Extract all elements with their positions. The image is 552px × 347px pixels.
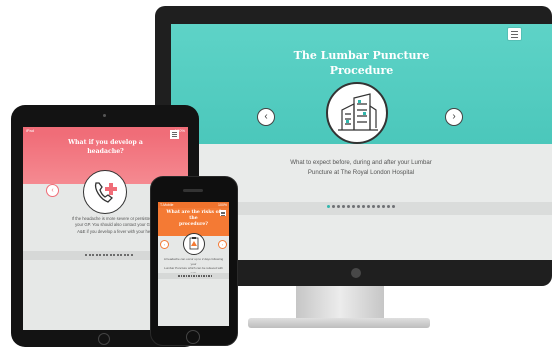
- pagination-dot[interactable]: [113, 254, 115, 256]
- pagination-dot[interactable]: [88, 254, 91, 256]
- chevron-left-icon: ‹: [163, 242, 166, 247]
- clipboard-warning-icon: [183, 233, 205, 255]
- pagination-dot[interactable]: [367, 205, 370, 208]
- pagination-dot[interactable]: [372, 205, 375, 208]
- pagination-dot[interactable]: [188, 275, 190, 277]
- pagination-dot[interactable]: [347, 205, 350, 208]
- chevron-left-icon: ‹: [51, 187, 54, 194]
- pagination-dot[interactable]: [109, 254, 112, 256]
- pagination-dot[interactable]: [332, 205, 335, 208]
- tablet-title-line: What if you develop a: [68, 139, 143, 146]
- desktop-body-line: Puncture at The Royal London Hospital: [307, 169, 415, 176]
- chevron-left-icon: ‹: [264, 111, 268, 122]
- phone-prev-button[interactable]: ‹: [160, 240, 169, 249]
- pagination-dot[interactable]: [190, 275, 192, 277]
- home-button[interactable]: [98, 333, 110, 345]
- pagination-dot[interactable]: [102, 254, 105, 256]
- hamburger-icon: [511, 34, 518, 35]
- pagination-dot[interactable]: [392, 205, 395, 208]
- desktop-pagination: [327, 205, 395, 208]
- desktop-page-title: The Lumbar Puncture Procedure: [171, 48, 552, 78]
- phone-medical-icon: [83, 170, 127, 214]
- pagination-dot[interactable]: [127, 254, 129, 256]
- hamburger-icon: [511, 31, 518, 32]
- tablet-prev-button[interactable]: ‹: [46, 184, 59, 197]
- pagination-dot[interactable]: [198, 275, 200, 277]
- tablet-title-line: headache?: [87, 148, 124, 155]
- chevron-right-icon: ›: [221, 242, 224, 247]
- tablet-status-bar: iPad 100%: [23, 127, 188, 134]
- desktop-body-line: What to expect before, during and after …: [290, 159, 432, 166]
- pagination-dot[interactable]: [193, 275, 195, 277]
- pagination-dot[interactable]: [352, 205, 355, 208]
- pagination-dot[interactable]: [337, 205, 340, 208]
- pagination-dot[interactable]: [116, 254, 119, 256]
- home-button[interactable]: [186, 330, 200, 344]
- pagination-dot[interactable]: [200, 275, 202, 277]
- monitor-base: [248, 318, 430, 328]
- desktop-prev-button[interactable]: ‹: [257, 108, 275, 126]
- hamburger-icon: [172, 136, 177, 137]
- pagination-dot[interactable]: [183, 275, 185, 277]
- hamburger-icon: [511, 37, 518, 38]
- desktop-title-line: Procedure: [329, 64, 394, 77]
- pagination-dot[interactable]: [180, 275, 182, 277]
- pagination-dot[interactable]: [195, 275, 197, 277]
- hamburger-icon: [172, 132, 177, 133]
- phone-title-line: procedure?: [178, 222, 208, 228]
- phone-page-title: What are the risks of the procedure?: [164, 210, 223, 229]
- pagination-dot[interactable]: [357, 205, 360, 208]
- pagination-dot[interactable]: [185, 275, 187, 277]
- pagination-dot[interactable]: [106, 254, 108, 256]
- tablet-menu-button[interactable]: [170, 130, 179, 139]
- desktop-next-button[interactable]: ›: [445, 108, 463, 126]
- pagination-dot[interactable]: [95, 254, 98, 256]
- pagination-dot[interactable]: [205, 275, 207, 277]
- pagination-dot[interactable]: [120, 254, 122, 256]
- hamburger-icon: [172, 134, 177, 135]
- desktop-intro-text: What to expect before, during and after …: [271, 158, 451, 178]
- pagination-dot[interactable]: [210, 275, 212, 277]
- pagination-dot[interactable]: [130, 254, 133, 256]
- pagination-dot[interactable]: [208, 275, 210, 277]
- tablet-status-carrier: iPad: [26, 128, 35, 133]
- pagination-dot[interactable]: [92, 254, 94, 256]
- pagination-dot[interactable]: [85, 254, 87, 256]
- pagination-dot[interactable]: [362, 205, 365, 208]
- camera-icon: [103, 114, 106, 117]
- tablet-pagination: [85, 254, 133, 256]
- pagination-dot[interactable]: [99, 254, 101, 256]
- phone-body-line: A headache can occur up to 2 days follow…: [163, 257, 224, 266]
- pagination-dot[interactable]: [178, 275, 180, 277]
- phone-next-button[interactable]: ›: [218, 240, 227, 249]
- tablet-page-title: What if you develop a headache?: [53, 138, 158, 156]
- phone-status-carrier: T-Mobile: [160, 203, 174, 207]
- chevron-right-icon: ›: [452, 111, 456, 122]
- desktop-title-line: The Lumbar Puncture: [293, 49, 430, 62]
- pagination-dot[interactable]: [377, 205, 380, 208]
- speaker-grille: [183, 189, 203, 192]
- pagination-dot[interactable]: [342, 205, 345, 208]
- monitor-stand: [296, 286, 384, 318]
- pagination-dot[interactable]: [382, 205, 385, 208]
- phone-title-line: What are the risks of the: [166, 210, 221, 222]
- hospital-building-icon: [326, 82, 388, 144]
- pagination-dot[interactable]: [387, 205, 390, 208]
- pagination-dot[interactable]: [123, 254, 126, 256]
- phone-screen: T-Mobile 100% What are the risks of the …: [158, 202, 229, 326]
- apple-logo-icon: [351, 268, 361, 278]
- pagination-dot[interactable]: [327, 205, 330, 208]
- desktop-menu-button[interactable]: [508, 28, 521, 40]
- phone-pagination: [178, 275, 212, 277]
- pagination-dot[interactable]: [203, 275, 205, 277]
